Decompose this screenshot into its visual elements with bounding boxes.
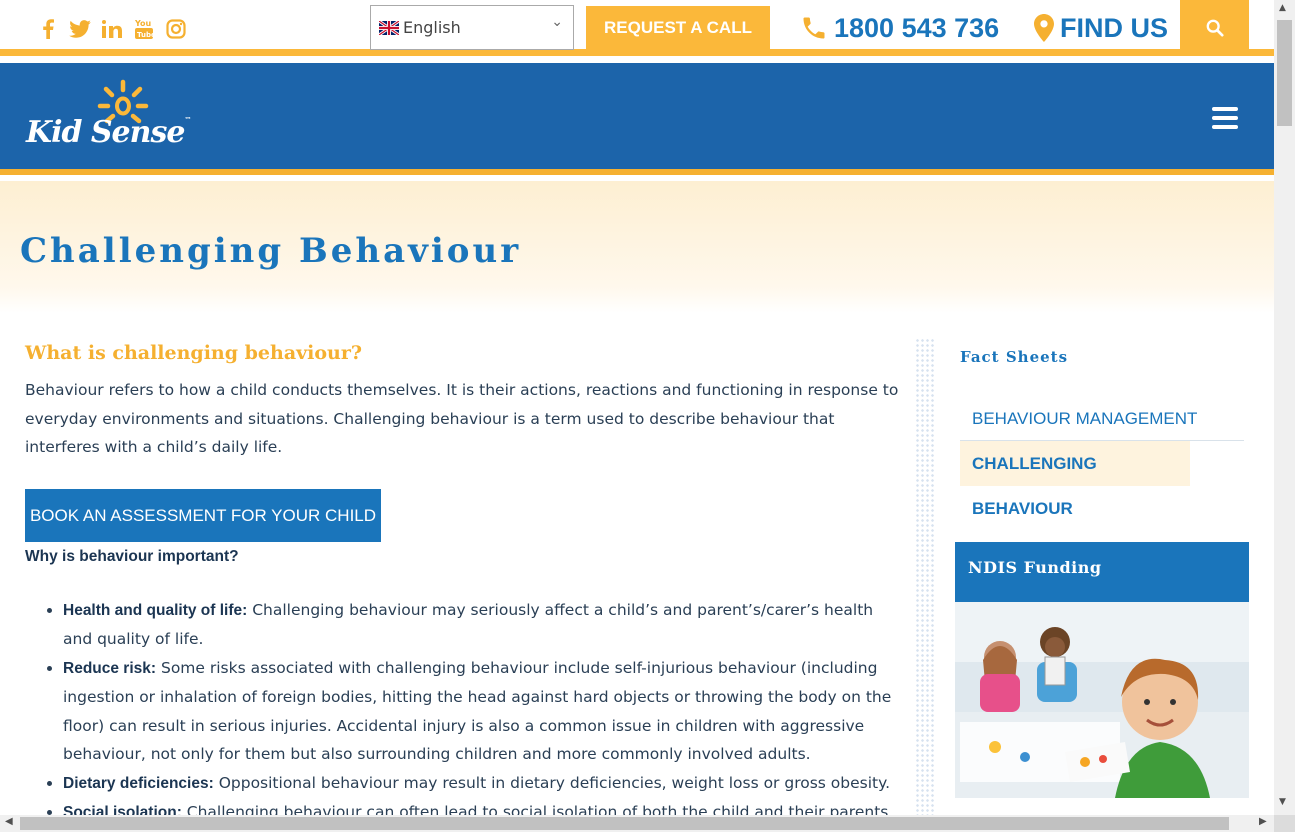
menu-icon[interactable] [1212, 107, 1238, 129]
page-title: Challenging Behaviour [20, 231, 522, 271]
horizontal-scrollbar[interactable]: ◀ ▶ [0, 815, 1274, 832]
list-item-term: Dietary deficiencies: [63, 774, 214, 792]
request-call-button[interactable]: REQUEST A CALL [586, 6, 770, 49]
language-value: English [403, 18, 461, 37]
phone-link[interactable]: 1800 543 736 [800, 8, 999, 48]
list-item-text: Some risks associated with challenging b… [63, 658, 892, 764]
vertical-scrollbar[interactable]: ▲ ▼ [1274, 0, 1295, 815]
search-button[interactable] [1180, 0, 1249, 56]
scroll-up-arrow-icon[interactable]: ▲ [1279, 3, 1286, 13]
social-links: You Tube [32, 16, 192, 42]
children-crafting-photo[interactable] [955, 602, 1249, 798]
book-assessment-button[interactable]: BOOK AN ASSESSMENT FOR YOUR CHILD [25, 488, 381, 542]
facebook-icon[interactable] [32, 16, 64, 42]
ndis-funding-card[interactable]: NDIS Funding [955, 542, 1249, 798]
svg-text:Tube: Tube [137, 31, 153, 39]
list-item-text: Oppositional behaviour may result in die… [213, 773, 890, 792]
sidebar-title: Fact Sheets [960, 348, 1069, 366]
scroll-left-arrow-icon[interactable]: ◀ [5, 816, 13, 827]
list-item: Health and quality of life: Challenging … [63, 596, 905, 654]
main-content: What is challenging behaviour? Behaviour… [25, 338, 905, 828]
sidebar-item-challenging-behaviour[interactable]: CHALLENGING BEHAVIOUR [960, 441, 1190, 518]
scroll-down-arrow-icon[interactable]: ▼ [1279, 797, 1286, 807]
ndis-card-title: NDIS Funding [968, 558, 1102, 577]
twitter-icon[interactable] [64, 16, 96, 42]
instagram-icon[interactable] [160, 16, 192, 42]
list-item: Dietary deficiencies: Oppositional behav… [63, 769, 905, 799]
horizontal-scroll-thumb[interactable] [20, 817, 1229, 830]
scrollbar-corner [1274, 815, 1295, 832]
chevron-down-icon: ⌄ [551, 14, 563, 30]
scroll-right-arrow-icon[interactable]: ▶ [1259, 816, 1267, 827]
search-icon [1206, 19, 1224, 37]
intro-paragraph: Behaviour refers to how a child conducts… [25, 381, 899, 456]
kid-sense-logo[interactable]: Kid Sense™ [24, 79, 191, 161]
map-pin-icon [1034, 14, 1054, 42]
sidebar: Fact Sheets BEHAVIOUR MANAGEMENT CHALLEN… [955, 338, 1249, 798]
main-header: Kid Sense™ [0, 63, 1274, 175]
svg-text:You: You [135, 19, 152, 28]
uk-flag-icon [379, 20, 399, 35]
list-item: Reduce risk: Some risks associated with … [63, 654, 905, 769]
page-title-band: Challenging Behaviour [0, 181, 1274, 313]
dotted-divider [915, 338, 935, 832]
phone-number: 1800 543 736 [834, 12, 1000, 43]
sidebar-item-behaviour-management[interactable]: BEHAVIOUR MANAGEMENT [960, 396, 1244, 441]
phone-icon [803, 17, 825, 39]
linkedin-icon[interactable] [96, 16, 128, 42]
importance-list: Health and quality of life: Challenging … [25, 596, 905, 828]
find-us-link[interactable]: FIND US [1034, 8, 1168, 48]
why-heading: Why is behaviour important? [25, 547, 239, 565]
logo-wordmark: Kid Sense™ [26, 115, 191, 150]
list-item-term: Reduce risk: [63, 659, 157, 677]
find-us-label: FIND US [1060, 12, 1168, 43]
list-item-term: Health and quality of life: [63, 601, 248, 619]
youtube-icon[interactable]: You Tube [128, 16, 160, 42]
language-select[interactable]: English ⌄ [370, 5, 574, 50]
top-utility-bar: You Tube English ⌄ REQUEST A CALL 1800 54… [0, 0, 1274, 56]
vertical-scroll-thumb[interactable] [1277, 20, 1292, 126]
section-heading: What is challenging behaviour? [25, 342, 363, 364]
